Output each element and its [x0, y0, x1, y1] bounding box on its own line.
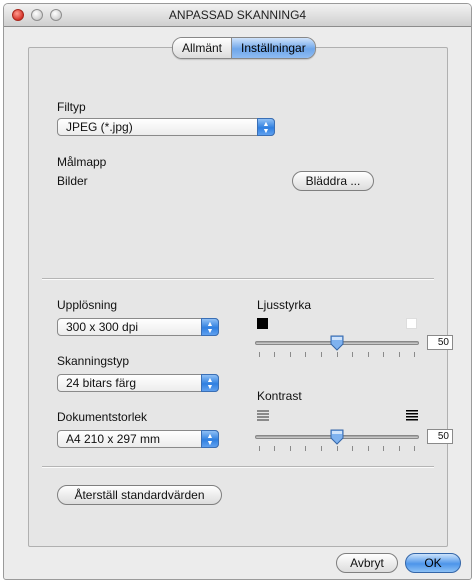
resolution-label: Upplösning	[57, 298, 118, 312]
filetype-label: Filtyp	[57, 100, 86, 114]
docsize-label: Dokumentstorlek	[57, 410, 148, 424]
dialog-window: ANPASSAD SKANNING4 Allmänt Inställningar…	[3, 3, 472, 580]
updown-arrows-icon: ▲ ▼	[201, 318, 219, 336]
browse-button[interactable]: Bläddra ...	[292, 171, 374, 191]
section-divider	[42, 278, 434, 280]
docsize-select[interactable]: A4 210 x 297 mm ▲ ▼	[57, 430, 219, 448]
updown-arrows-icon: ▲ ▼	[201, 430, 219, 448]
reset-defaults-button[interactable]: Återställ standardvärden	[57, 485, 222, 505]
tab-settings[interactable]: Inställningar	[232, 38, 315, 58]
updown-arrows-icon: ▲ ▼	[201, 374, 219, 392]
resolution-value: 300 x 300 dpi	[66, 320, 139, 334]
window-title: ANPASSAD SKANNING4	[168, 8, 307, 22]
section-divider	[42, 466, 434, 468]
scantype-select[interactable]: 24 bitars färg ▲ ▼	[57, 374, 219, 392]
scantype-value: 24 bitars färg	[66, 376, 137, 390]
brightness-value-field[interactable]: 50	[427, 335, 453, 350]
tab-bar: Allmänt Inställningar	[172, 37, 316, 59]
contrast-value-field[interactable]: 50	[427, 429, 453, 444]
scantype-label: Skanningstyp	[57, 354, 130, 368]
settings-panel: Filtyp JPEG (*.jpg) ▲ ▼ Målmapp Bilder Bl…	[28, 47, 453, 547]
dark-icon	[257, 318, 268, 329]
high-contrast-icon	[406, 410, 418, 421]
filetype-value: JPEG (*.jpg)	[66, 120, 133, 134]
docsize-value: A4 210 x 297 mm	[66, 432, 161, 446]
destination-label: Målmapp	[57, 155, 107, 169]
resolution-select[interactable]: 300 x 300 dpi ▲ ▼	[57, 318, 219, 336]
contrast-ticks	[259, 446, 415, 452]
cancel-button[interactable]: Avbryt	[336, 553, 398, 573]
tab-general[interactable]: Allmänt	[173, 38, 233, 58]
brightness-label: Ljusstyrka	[257, 298, 312, 312]
ok-button[interactable]: OK	[405, 553, 461, 573]
brightness-ticks	[259, 352, 415, 358]
filetype-select[interactable]: JPEG (*.jpg) ▲ ▼	[57, 118, 275, 136]
updown-arrows-icon: ▲ ▼	[257, 118, 275, 136]
low-contrast-icon	[257, 410, 269, 421]
title-bar[interactable]: ANPASSAD SKANNING4	[4, 4, 471, 27]
contrast-label: Kontrast	[257, 389, 302, 403]
light-icon	[406, 318, 417, 329]
brightness-slider-thumb[interactable]	[330, 335, 344, 351]
destination-folder: Bilder	[57, 174, 88, 188]
contrast-slider-thumb[interactable]	[330, 429, 344, 445]
